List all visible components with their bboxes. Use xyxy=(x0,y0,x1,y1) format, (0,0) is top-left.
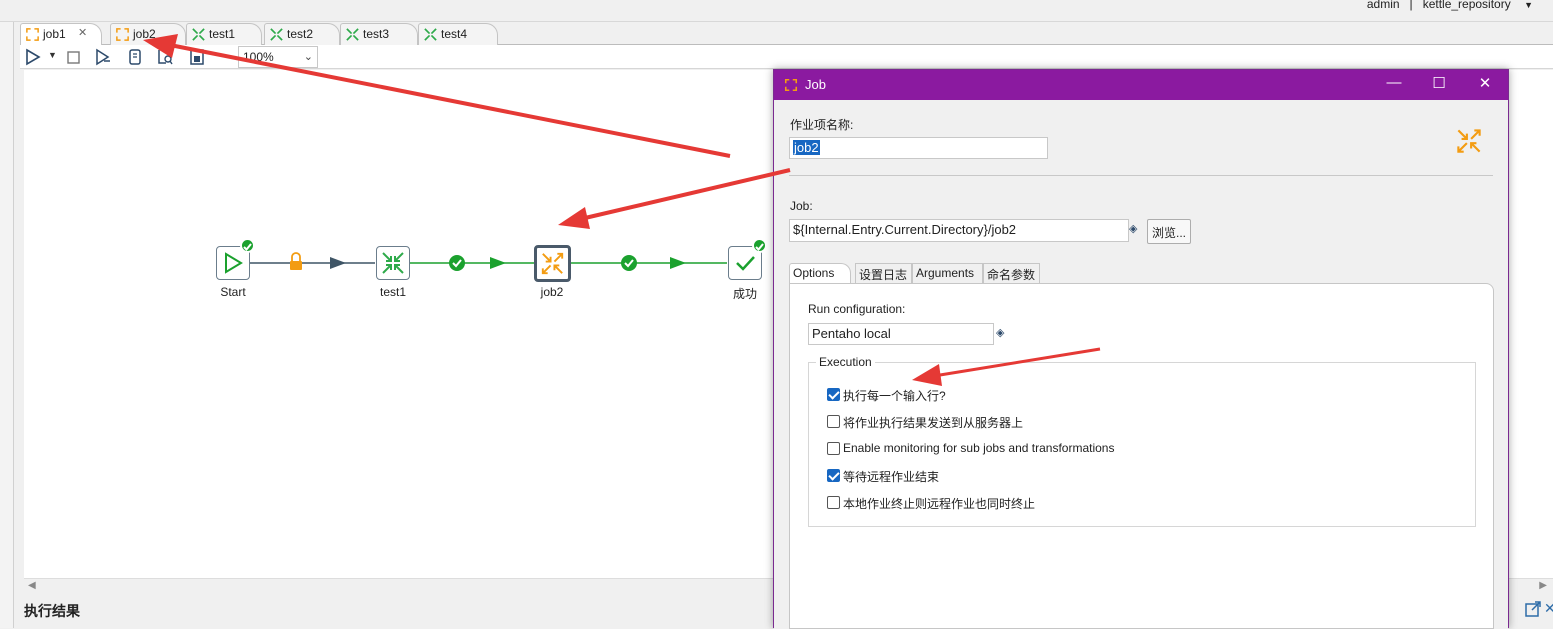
tab-test2[interactable]: test2 xyxy=(264,23,340,45)
options-content: Run configuration: Pentaho local ◈ Execu… xyxy=(789,283,1494,629)
separator: | xyxy=(1409,0,1413,11)
hop-arrow-icon xyxy=(490,257,506,269)
transformation-icon xyxy=(192,28,205,41)
minimize-icon[interactable]: — xyxy=(1379,74,1409,91)
top-bar: admin | kettle_repository ▼ xyxy=(0,0,1553,22)
success-hop-icon xyxy=(621,255,637,271)
tab-label: job2 xyxy=(133,27,156,41)
options-tab-panel: Options 设置日志 Arguments 命名参数 Run configur… xyxy=(789,263,1494,629)
success-badge-icon xyxy=(752,238,767,253)
tab-label: job1 xyxy=(43,27,66,41)
node-label: job2 xyxy=(540,285,564,299)
variable-icon[interactable]: ◈ xyxy=(996,326,1004,339)
checkbox-label: 等待远程作业结束 xyxy=(843,470,940,484)
execution-group: Execution 执行每一个输入行? 将作业执行结果发送到从服务器上 Enab… xyxy=(808,355,1476,527)
hops-layer xyxy=(250,252,727,271)
transformation-icon xyxy=(270,28,283,41)
lock-icon xyxy=(290,252,302,270)
impact-analysis-icon[interactable] xyxy=(156,48,174,66)
preview-icon[interactable] xyxy=(94,48,112,66)
checkbox-label: 将作业执行结果发送到从服务器上 xyxy=(843,416,1024,430)
transformation-node[interactable] xyxy=(376,246,410,280)
success-badge-icon xyxy=(240,238,255,253)
checkbox-enable-monitoring[interactable] xyxy=(827,442,840,455)
divider xyxy=(789,175,1493,176)
hop-arrow-icon xyxy=(330,257,346,269)
repository-user[interactable]: admin | kettle_repository ▼ xyxy=(1367,0,1533,11)
transformation-icon xyxy=(346,28,359,41)
zoom-value: 100% xyxy=(243,50,274,64)
run-config-label: Run configuration: xyxy=(808,302,906,316)
close-icon[interactable]: ✕ xyxy=(78,26,87,39)
variable-icon[interactable]: ◈ xyxy=(1129,222,1137,235)
tab-label: test3 xyxy=(363,27,390,41)
job-entry-dialog: Job — ☐ ✕ 作业项名称: job2 Job: ${Internal.En… xyxy=(773,69,1509,629)
entry-name-label: 作业项名称: xyxy=(790,118,854,132)
user-name: admin xyxy=(1366,0,1400,11)
run-options-chevron-icon[interactable]: ▼ xyxy=(48,50,57,60)
tab-test1[interactable]: test1 xyxy=(186,23,262,45)
script-icon[interactable] xyxy=(126,48,144,66)
tab-options[interactable]: Options xyxy=(789,263,851,284)
checkbox-exec-each-row[interactable] xyxy=(827,388,840,401)
tab-named-parameters[interactable]: 命名参数 xyxy=(983,263,1040,283)
job-large-icon xyxy=(1457,129,1481,153)
tab-job2[interactable]: job2 xyxy=(110,23,186,45)
checkbox-label: 执行每一个输入行? xyxy=(843,389,946,403)
zoom-select[interactable]: 100% ⌄ xyxy=(238,46,318,68)
tab-arguments[interactable]: Arguments xyxy=(912,263,983,283)
execution-legend: Execution xyxy=(816,355,875,369)
tab-label: test4 xyxy=(441,27,468,41)
hop-arrow-icon xyxy=(670,257,686,269)
node-label: Start xyxy=(220,285,246,299)
tab-logging[interactable]: 设置日志 xyxy=(855,263,912,283)
editor-tabs: job1 ✕ job2 test1 test2 test3 test4 xyxy=(20,23,1553,46)
run-config-select[interactable]: Pentaho local xyxy=(808,323,994,345)
job-icon xyxy=(541,252,564,275)
dialog-title: Job xyxy=(805,77,826,92)
job-toolbar: ▼ 100% ⌄ xyxy=(20,45,1553,69)
job-path-label: Job: xyxy=(790,199,813,213)
browse-button[interactable]: 浏览... xyxy=(1147,219,1191,244)
checkbox-label: 本地作业终止则远程作业也同时终止 xyxy=(843,497,1036,511)
checkbox-send-to-slave[interactable] xyxy=(827,415,840,428)
maximize-panel-icon[interactable] xyxy=(1524,600,1542,618)
dialog-body: 作业项名称: job2 Job: ${Internal.Entry.Curren… xyxy=(774,100,1508,629)
stop-icon[interactable] xyxy=(64,48,82,66)
close-panel-icon[interactable]: ✕ xyxy=(1544,600,1553,617)
checkbox-wait-remote[interactable] xyxy=(827,469,840,482)
tab-test3[interactable]: test3 xyxy=(340,23,418,45)
maximize-icon[interactable]: ☐ xyxy=(1424,74,1454,92)
job-icon xyxy=(116,28,129,41)
tab-test4[interactable]: test4 xyxy=(418,23,498,45)
entry-name-input[interactable]: job2 xyxy=(789,137,1048,159)
node-label: test1 xyxy=(379,285,406,299)
job-path-input[interactable]: ${Internal.Entry.Current.Directory}/job2 xyxy=(789,219,1129,242)
success-hop-icon xyxy=(449,255,465,271)
tab-job1[interactable]: job1 ✕ xyxy=(20,23,102,46)
dialog-title-bar[interactable]: Job — ☐ ✕ xyxy=(774,70,1508,100)
left-panel-edge xyxy=(0,22,14,628)
job-node-selected[interactable] xyxy=(534,245,571,282)
checkbox-follow-local-abort[interactable] xyxy=(827,496,840,509)
tab-label: test1 xyxy=(209,27,236,41)
chevron-down-icon: ⌄ xyxy=(303,51,313,63)
close-icon[interactable]: ✕ xyxy=(1470,74,1500,92)
entry-name-value: job2 xyxy=(793,140,820,155)
execution-results-title: 执行结果 xyxy=(24,603,80,619)
sql-icon[interactable] xyxy=(188,48,206,66)
transformation-icon xyxy=(382,252,404,274)
repository-name: kettle_repository xyxy=(1422,0,1511,11)
scroll-left-icon[interactable]: ◀ xyxy=(28,580,36,591)
checkbox-label: Enable monitoring for sub jobs and trans… xyxy=(843,441,1115,455)
transformation-icon xyxy=(424,28,437,41)
run-icon[interactable] xyxy=(24,48,42,66)
chevron-down-icon[interactable]: ▼ xyxy=(1524,0,1533,10)
job-icon xyxy=(784,78,798,92)
scroll-right-icon[interactable]: ▶ xyxy=(1539,580,1547,591)
job-icon xyxy=(26,28,39,41)
tab-label: test2 xyxy=(287,27,314,41)
